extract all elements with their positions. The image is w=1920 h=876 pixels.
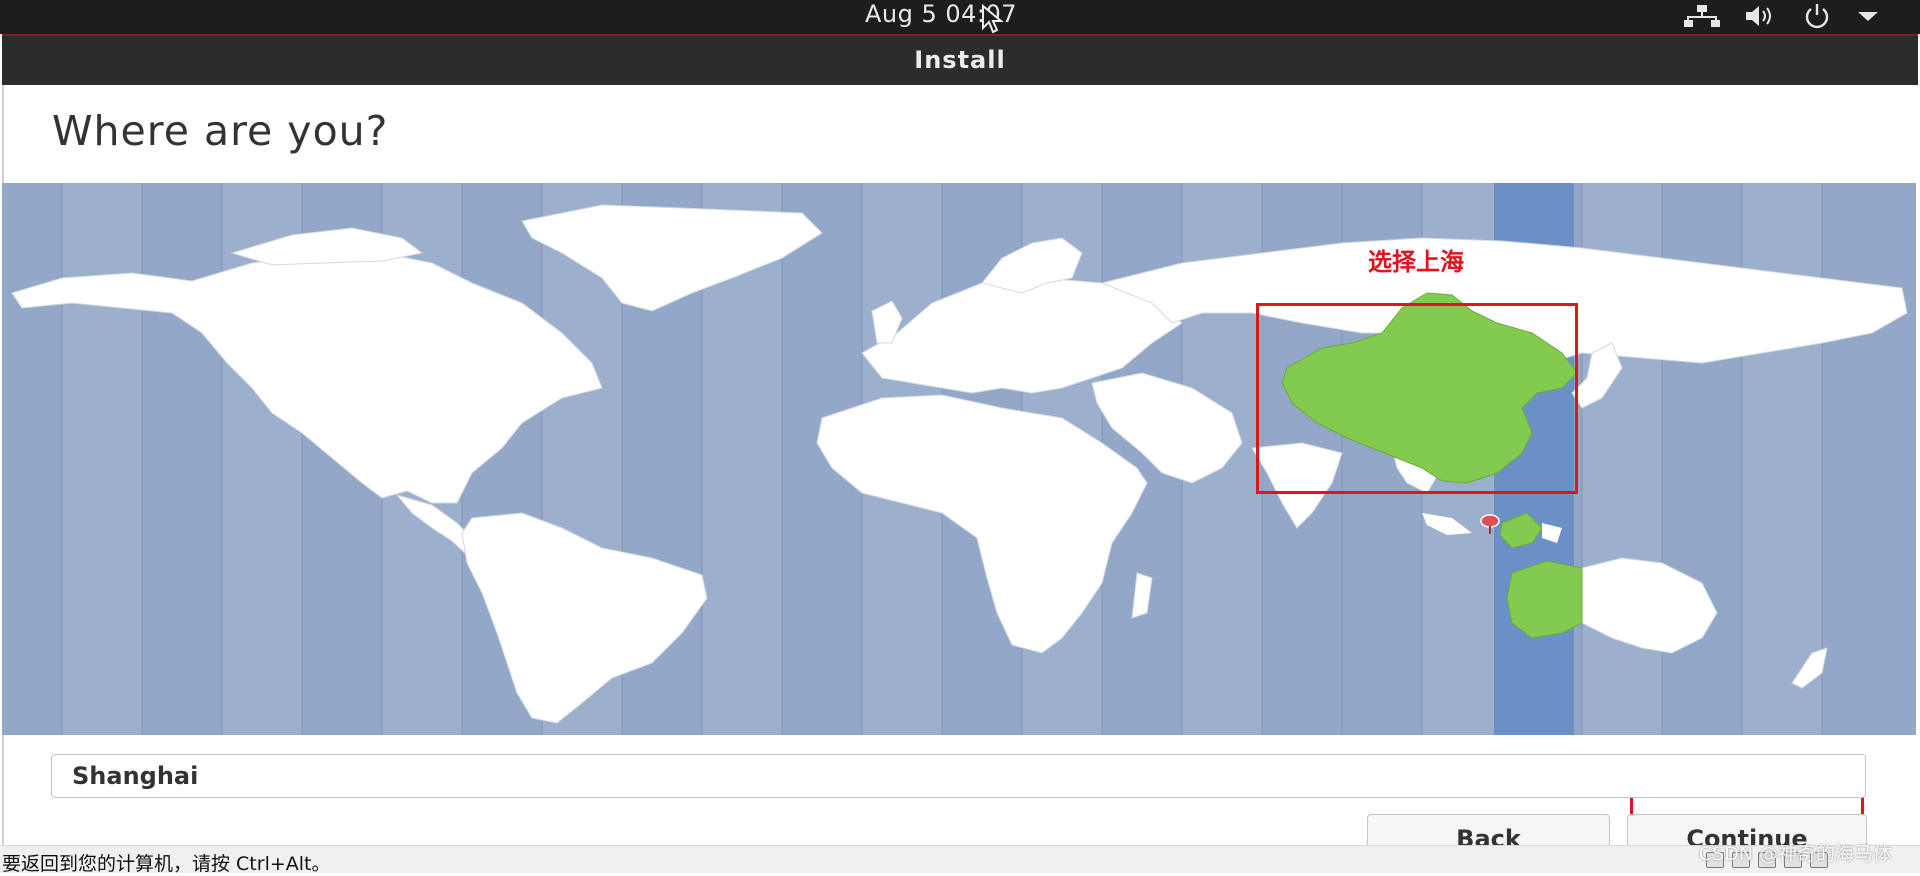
highlight-box-map-region	[1256, 303, 1578, 494]
page-heading: Where are you?	[52, 107, 389, 155]
power-icon[interactable]	[1802, 3, 1832, 29]
volume-icon[interactable]	[1744, 4, 1778, 28]
menu-down-icon[interactable]	[1856, 6, 1880, 26]
watermark: CSDN @神奇的海马体	[1698, 843, 1892, 865]
window-title: Install	[914, 46, 1006, 74]
vm-status-bar: 要返回到您的计算机，请按 Ctrl+Alt。	[0, 845, 1920, 875]
mouse-cursor-icon	[982, 4, 1004, 34]
window-titlebar: Install	[2, 34, 1918, 87]
timezone-map[interactable]	[2, 183, 1916, 735]
top-bar: Aug 5 04:07	[0, 0, 1920, 34]
timezone-input[interactable]	[51, 754, 1866, 798]
annotation-label: 选择上海	[1368, 248, 1464, 276]
network-icon[interactable]	[1684, 4, 1720, 28]
